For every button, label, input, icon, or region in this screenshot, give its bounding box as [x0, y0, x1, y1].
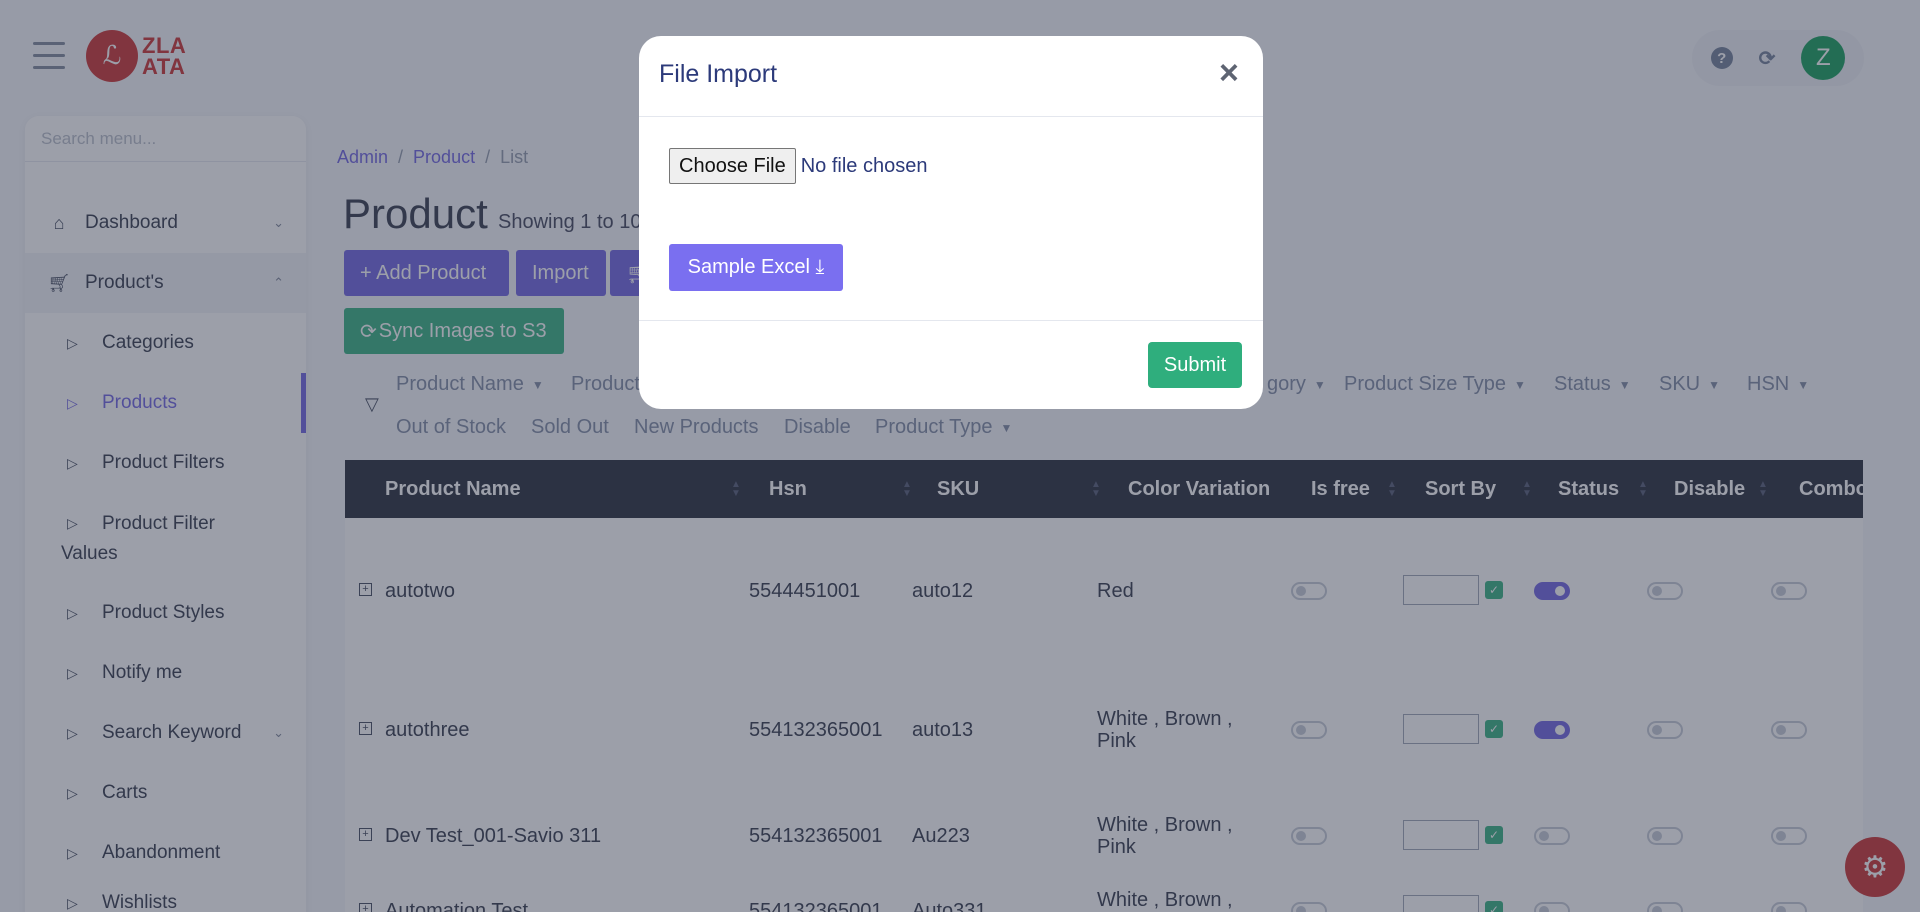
- file-input: Choose File No file chosen: [669, 148, 927, 184]
- sample-excel-button[interactable]: Sample Excel ⤓: [669, 244, 843, 291]
- close-icon[interactable]: ×: [1219, 54, 1239, 93]
- modal-header: File Import ×: [639, 36, 1263, 117]
- file-import-modal: File Import × Choose File No file chosen…: [639, 36, 1263, 409]
- modal-title: File Import: [659, 60, 778, 88]
- file-status-text: No file chosen: [800, 154, 928, 177]
- submit-button[interactable]: Submit: [1148, 342, 1242, 388]
- choose-file-button[interactable]: Choose File: [669, 148, 796, 184]
- modal-footer-divider: [639, 320, 1263, 321]
